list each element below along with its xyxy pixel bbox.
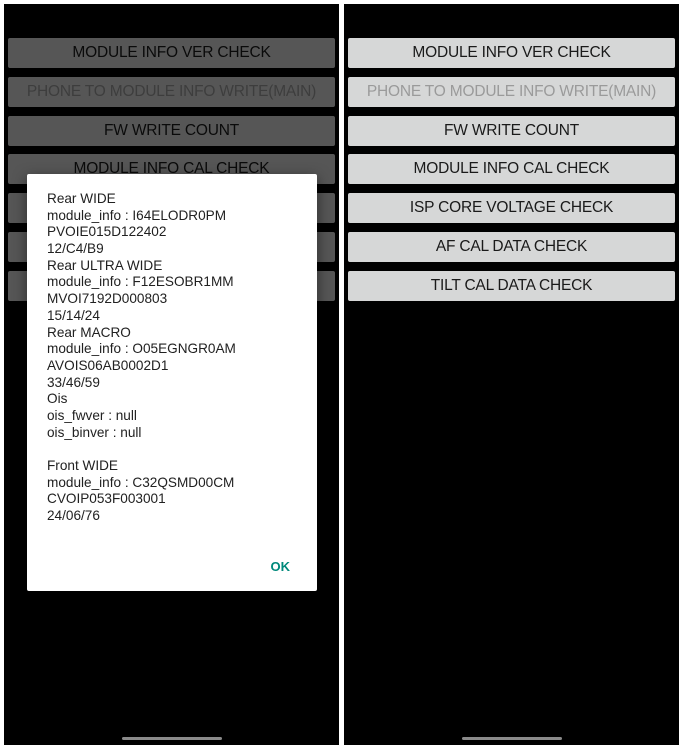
dialog-line: module_info : I64ELODR0PM xyxy=(47,207,227,223)
dialog-line: 33/46/59 xyxy=(47,374,100,390)
home-indicator[interactable] xyxy=(122,737,222,740)
dialog-line: ois_binver : null xyxy=(47,424,142,440)
dialog-line: Rear ULTRA WIDE xyxy=(47,257,163,273)
dialog-line: Front WIDE xyxy=(47,458,118,473)
dialog-line: PVOIE015D122402 xyxy=(47,224,167,240)
phone-to-module-info-write-main-button: PHONE TO MODULE INFO WRITE(MAIN) xyxy=(348,76,675,107)
dialog-line: ois_fwver : null xyxy=(47,407,137,423)
dialog-line xyxy=(47,441,236,458)
fw-write-count-button[interactable]: FW WRITE COUNT xyxy=(348,115,675,146)
dialog-message: Rear WIDE module_info : I64ELODR0PM PVOIE0… xyxy=(47,191,236,525)
ok-button[interactable]: OK xyxy=(271,559,291,574)
dialog-line: module_info : F12ESOBR1MM xyxy=(47,274,234,290)
dialog-line: Rear WIDE xyxy=(47,191,116,206)
module-info-dialog: Rear WIDE module_info : I64ELODR0PM PVOIE0… xyxy=(27,174,317,591)
screen-with-dialog: MODULE INFO VER CHECKPHONE TO MODULE INF… xyxy=(4,4,339,745)
module-info-ver-check-button[interactable]: MODULE INFO VER CHECK xyxy=(348,38,675,68)
dialog-line: CVOIP053F003001 xyxy=(47,491,166,507)
dialog-line: AVOIS06AB0002D1 xyxy=(47,357,169,373)
dialog-line: module_info : O05EGNGR0AM xyxy=(47,341,236,357)
dialog-line: 15/14/24 xyxy=(47,307,100,323)
module-info-cal-check-button[interactable]: MODULE INFO CAL CHECK xyxy=(348,154,675,185)
home-indicator[interactable] xyxy=(462,737,562,740)
screen-main: MODULE INFO VER CHECK PHONE TO MODULE INF… xyxy=(344,4,679,745)
tilt-cal-data-check-button[interactable]: TILT CAL DATA CHECK xyxy=(348,270,675,301)
dialog-line: Ois xyxy=(47,391,68,407)
isp-core-voltage-check-button[interactable]: ISP CORE VOLTAGE CHECK xyxy=(348,193,675,224)
dialog-line: 12/C4/B9 xyxy=(47,241,104,257)
dialog-line: Rear MACRO xyxy=(47,324,131,340)
dialog-line: MVOI7192D000803 xyxy=(47,291,168,307)
af-cal-data-check-button[interactable]: AF CAL DATA CHECK xyxy=(348,232,675,262)
dialog-line: 24/06/76 xyxy=(47,508,100,524)
dialog-line: module_info : C32QSMD00CM xyxy=(47,474,235,490)
